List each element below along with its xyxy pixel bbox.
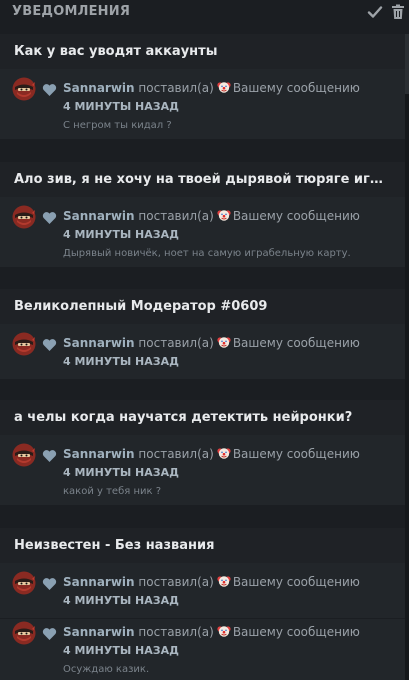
notification-text: Sannarwin поставил(а) Вашему сообщению bbox=[63, 208, 360, 223]
notification-item[interactable]: Sannarwin поставил(а) Вашему сообщению 4 … bbox=[0, 197, 405, 267]
action-text: поставил(а) bbox=[138, 336, 214, 350]
target-text: Вашему сообщению bbox=[232, 209, 360, 223]
ninja-avatar-icon[interactable] bbox=[12, 571, 36, 595]
thread-title[interactable]: а челы когда научатся детектить нейронки… bbox=[0, 400, 405, 435]
thread-title[interactable]: Неизвестен - Без названия bbox=[0, 528, 405, 563]
username-link[interactable]: Sannarwin bbox=[63, 447, 135, 461]
timestamp: 4 МИНУТЫ НАЗАД bbox=[63, 466, 179, 479]
notification-item[interactable]: Sannarwin поставил(а) Вашему сообщению 4 … bbox=[0, 619, 405, 680]
action-text: поставил(а) bbox=[138, 575, 214, 589]
action-text: поставил(а) bbox=[138, 81, 214, 95]
target-text: Вашему сообщению bbox=[232, 81, 360, 95]
message-preview: Осуждаю казик. bbox=[63, 664, 150, 675]
clown-icon bbox=[217, 208, 231, 222]
heart-icon bbox=[42, 82, 57, 96]
clown-icon bbox=[217, 446, 231, 460]
notification-text: Sannarwin поставил(а) Вашему сообщению bbox=[63, 80, 360, 95]
message-preview: Дырявый новичёк, ноет на самую играбельн… bbox=[63, 248, 351, 259]
clown-icon bbox=[217, 574, 231, 588]
target-text: Вашему сообщению bbox=[232, 336, 360, 350]
action-text: поставил(а) bbox=[138, 447, 214, 461]
scrollbar-thumb[interactable] bbox=[405, 34, 409, 94]
clown-icon bbox=[217, 624, 231, 638]
ninja-avatar-icon[interactable] bbox=[12, 443, 36, 467]
message-preview: С негром ты кидал ? bbox=[63, 120, 172, 131]
clown-icon bbox=[217, 80, 231, 94]
thread-title[interactable]: Как у вас уводят аккаунты bbox=[0, 34, 405, 69]
thread-title[interactable]: Ало зив, я не хочу на твоей дырявой тюря… bbox=[0, 162, 405, 197]
action-text: поставил(а) bbox=[138, 209, 214, 223]
notifications-header: УВЕДОМЛЕНИЯ bbox=[0, 0, 409, 24]
target-text: Вашему сообщению bbox=[232, 625, 360, 639]
notification-item[interactable]: Sannarwin поставил(а) Вашему сообщению 4 … bbox=[0, 69, 405, 139]
timestamp: 4 МИНУТЫ НАЗАД bbox=[63, 644, 179, 657]
action-text: поставил(а) bbox=[138, 625, 214, 639]
clown-icon bbox=[217, 335, 231, 349]
username-link[interactable]: Sannarwin bbox=[63, 209, 135, 223]
username-link[interactable]: Sannarwin bbox=[63, 336, 135, 350]
username-link[interactable]: Sannarwin bbox=[63, 81, 135, 95]
trash-icon[interactable] bbox=[389, 3, 407, 21]
username-link[interactable]: Sannarwin bbox=[63, 575, 135, 589]
heart-icon bbox=[42, 626, 57, 640]
scrollbar[interactable] bbox=[405, 34, 409, 680]
ninja-avatar-icon[interactable] bbox=[12, 621, 36, 645]
target-text: Вашему сообщению bbox=[232, 575, 360, 589]
target-text: Вашему сообщению bbox=[232, 447, 360, 461]
heart-icon bbox=[42, 210, 57, 224]
ninja-avatar-icon[interactable] bbox=[12, 332, 36, 356]
message-preview: какой у тебя ник ? bbox=[63, 486, 162, 497]
username-link[interactable]: Sannarwin bbox=[63, 625, 135, 639]
timestamp: 4 МИНУТЫ НАЗАД bbox=[63, 594, 179, 607]
notification-text: Sannarwin поставил(а) Вашему сообщению bbox=[63, 446, 360, 461]
notification-text: Sannarwin поставил(а) Вашему сообщению bbox=[63, 574, 360, 589]
notification-item[interactable]: Sannarwin поставил(а) Вашему сообщению 4 … bbox=[0, 563, 405, 618]
timestamp: 4 МИНУТЫ НАЗАД bbox=[63, 100, 179, 113]
heart-icon bbox=[42, 337, 57, 351]
timestamp: 4 МИНУТЫ НАЗАД bbox=[63, 228, 179, 241]
notification-item[interactable]: Sannarwin поставил(а) Вашему сообщению 4 … bbox=[0, 324, 405, 379]
ninja-avatar-icon[interactable] bbox=[12, 205, 36, 229]
check-icon[interactable] bbox=[366, 3, 384, 21]
notification-item[interactable]: Sannarwin поставил(а) Вашему сообщению 4 … bbox=[0, 435, 405, 505]
timestamp: 4 МИНУТЫ НАЗАД bbox=[63, 355, 179, 368]
notification-text: Sannarwin поставил(а) Вашему сообщению bbox=[63, 335, 360, 350]
notification-text: Sannarwin поставил(а) Вашему сообщению bbox=[63, 624, 360, 639]
ninja-avatar-icon[interactable] bbox=[12, 77, 36, 101]
page-title: УВЕДОМЛЕНИЯ bbox=[12, 4, 131, 19]
thread-title[interactable]: Великолепный Модератор #0609 bbox=[0, 289, 405, 324]
heart-icon bbox=[42, 576, 57, 590]
heart-icon bbox=[42, 448, 57, 462]
